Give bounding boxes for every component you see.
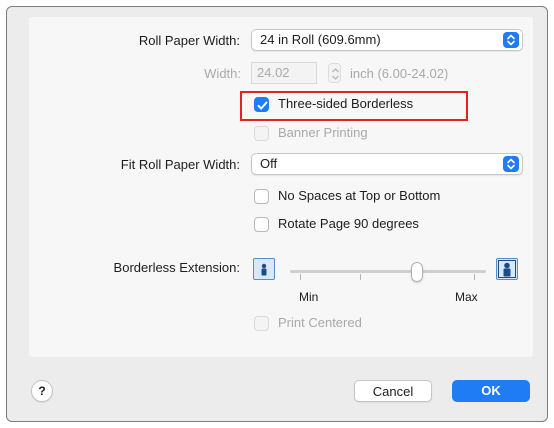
checkbox-checked-icon — [254, 97, 269, 112]
width-value: 24.02 — [257, 65, 290, 80]
ok-button[interactable]: OK — [452, 380, 530, 402]
roll-paper-width-select[interactable]: 24 in Roll (609.6mm) — [251, 29, 523, 51]
width-unit-range: inch (6.00-24.02) — [350, 66, 449, 81]
slider-min-label: Min — [299, 290, 319, 304]
width-label: Width: — [204, 66, 241, 81]
checkbox-empty-icon — [254, 189, 269, 204]
borderless-extension-slider-knob[interactable] — [411, 262, 423, 282]
person-large-icon — [496, 258, 518, 280]
fit-roll-paper-width-label: Fit Roll Paper Width: — [120, 157, 240, 172]
slider-tick — [300, 274, 301, 280]
chevron-updown-icon — [503, 32, 519, 48]
width-input[interactable]: 24.02 — [251, 62, 317, 84]
person-small-icon — [253, 258, 275, 280]
borderless-extension-slider-track[interactable] — [290, 270, 486, 273]
checkbox-empty-icon — [254, 217, 269, 232]
cancel-button[interactable]: Cancel — [354, 380, 432, 402]
checkbox-empty-icon — [254, 316, 269, 331]
slider-tick — [360, 274, 361, 280]
no-spaces-checkbox[interactable]: No Spaces at Top or Bottom — [254, 187, 494, 207]
rotate-page-checkbox[interactable]: Rotate Page 90 degrees — [254, 215, 494, 235]
three-sided-borderless-label: Three-sided Borderless — [278, 96, 414, 111]
no-spaces-label: No Spaces at Top or Bottom — [278, 188, 441, 203]
slider-max-label: Max — [455, 290, 478, 304]
borderless-extension-label: Borderless Extension: — [113, 260, 240, 275]
fit-roll-paper-width-select[interactable]: Off — [251, 153, 523, 175]
checkbox-empty-icon — [254, 126, 269, 141]
banner-printing-label: Banner Printing — [278, 125, 368, 140]
width-stepper[interactable] — [328, 63, 341, 83]
print-centered-checkbox[interactable]: Print Centered — [254, 314, 454, 334]
roll-paper-width-value: 24 in Roll (609.6mm) — [260, 32, 381, 47]
print-centered-label: Print Centered — [278, 315, 362, 330]
banner-printing-checkbox[interactable]: Banner Printing — [254, 124, 454, 144]
chevron-updown-icon — [503, 156, 519, 172]
fit-roll-paper-width-value: Off — [260, 156, 278, 171]
three-sided-borderless-checkbox[interactable]: Three-sided Borderless — [254, 95, 454, 115]
rotate-page-label: Rotate Page 90 degrees — [278, 216, 419, 231]
roll-paper-width-label: Roll Paper Width: — [138, 33, 240, 48]
slider-tick — [474, 274, 475, 280]
help-button[interactable]: ? — [31, 380, 53, 402]
